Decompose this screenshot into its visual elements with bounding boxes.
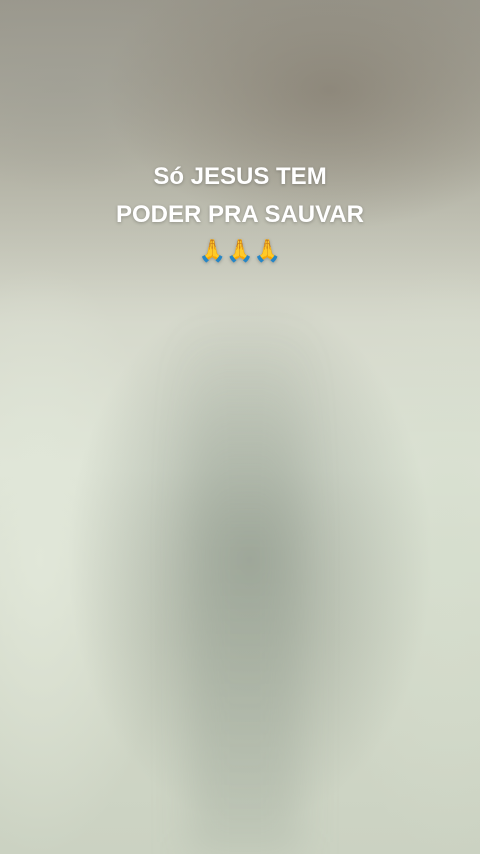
story-background xyxy=(0,0,480,854)
background-blur-streak xyxy=(190,330,300,854)
caption-line-1: Só JESUS TEM xyxy=(153,163,327,190)
praying-hands-icon: 🙏🙏🙏 xyxy=(198,238,282,263)
story-caption: Só JESUS TEM PODER PRA SAUVAR 🙏🙏🙏 xyxy=(0,158,480,266)
caption-line-2: PODER PRA SAUVAR xyxy=(115,201,365,228)
